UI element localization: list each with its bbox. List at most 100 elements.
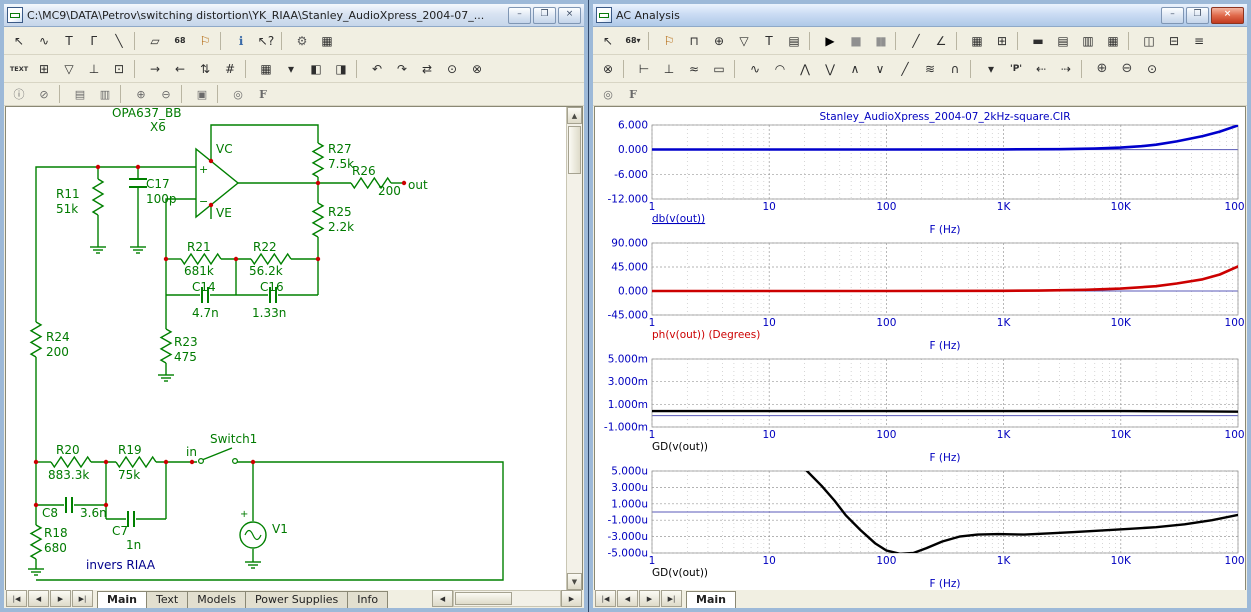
scroll-up-button[interactable]: ▲ <box>567 107 582 124</box>
run-button[interactable]: ▶ <box>818 30 842 52</box>
plot-phase-vout[interactable]: 90.00045.0000.000-45.0001101001K10K100Kp… <box>598 237 1245 353</box>
zoom-in-button[interactable]: ⊕ <box>1090 58 1114 80</box>
minimize-button[interactable]: – <box>1161 7 1184 24</box>
animate-button[interactable]: ◎ <box>596 85 620 103</box>
label-r11[interactable]: R11 <box>56 187 80 201</box>
vertical-scrollbar[interactable]: ▲ ▼ <box>566 107 582 590</box>
tag-measurement-tool[interactable]: ≈ <box>682 58 706 80</box>
prev-page-button[interactable]: ◀ <box>617 590 638 607</box>
label-r24[interactable]: R24 <box>46 330 70 344</box>
step-in-tool[interactable]: → <box>143 58 167 80</box>
label-r11v[interactable]: 51k <box>56 202 78 216</box>
vertical-scroll-track[interactable] <box>567 124 582 573</box>
tab-main[interactable]: Main <box>97 591 147 608</box>
label-c8v[interactable]: 3.6n <box>80 506 107 520</box>
next-page-button[interactable]: ▶ <box>50 590 71 607</box>
graph-flag-tool[interactable]: ⚐ <box>657 30 681 52</box>
label-r22v[interactable]: 56.2k <box>249 264 283 278</box>
label-r23[interactable]: R23 <box>174 335 198 349</box>
text-badge-icon[interactable]: TEXT <box>7 58 31 80</box>
ac-analysis-window-icon[interactable] <box>596 7 612 23</box>
region-select-tool[interactable]: ⊞ <box>32 58 56 80</box>
high-tool[interactable]: ∧ <box>843 58 867 80</box>
label-r18[interactable]: R18 <box>44 526 68 540</box>
select-tool[interactable]: ↖ <box>7 30 31 52</box>
area-box-tool[interactable]: ⊡ <box>107 58 131 80</box>
close-button[interactable]: × <box>1211 7 1244 24</box>
stop-button[interactable]: ■ <box>843 30 867 52</box>
label-c17[interactable]: C17 <box>146 177 170 191</box>
label-r27v[interactable]: 7.5k <box>328 157 354 171</box>
info-button[interactable]: ⓘ <box>7 85 31 103</box>
select-tool[interactable]: ↖ <box>596 30 620 52</box>
label-c8[interactable]: C8 <box>42 506 58 520</box>
label-switch1[interactable]: Switch1 <box>210 432 257 446</box>
find-component-tool[interactable]: 68 <box>168 30 192 52</box>
exchange-tool[interactable]: ⇅ <box>193 58 217 80</box>
text-tool[interactable]: T <box>757 30 781 52</box>
restore-button[interactable]: ❐ <box>1186 7 1209 24</box>
grid-button[interactable]: ⊞ <box>990 30 1014 52</box>
options-dropdown[interactable]: ▾ <box>979 58 1003 80</box>
last-page-button[interactable]: ▶| <box>72 590 93 607</box>
low-tool[interactable]: ∨ <box>868 58 892 80</box>
delete-tool[interactable]: ⊗ <box>465 58 489 80</box>
horizontal-scrollbar[interactable]: ◀ ▶ <box>432 590 582 608</box>
label-out[interactable]: out <box>408 178 428 192</box>
label-c17v[interactable]: 100p <box>146 192 177 206</box>
restore-button[interactable]: ❐ <box>533 7 556 24</box>
list-button[interactable]: ≡ <box>1187 30 1211 52</box>
smoothing-tool[interactable]: ≋ <box>918 58 942 80</box>
next-page-button[interactable]: ▶ <box>639 590 660 607</box>
step-out-tool[interactable]: ← <box>168 58 192 80</box>
label-r25[interactable]: R25 <box>328 205 352 219</box>
label-r23v[interactable]: 475 <box>174 350 197 364</box>
cancel-button[interactable]: ⊘ <box>32 85 56 103</box>
flag-tool[interactable]: ⚐ <box>193 30 217 52</box>
delete-objects-tool[interactable]: ⊗ <box>596 58 620 80</box>
p-key-button[interactable]: 'P' <box>1004 58 1028 80</box>
label-r22[interactable]: R22 <box>253 240 277 254</box>
format-button-2[interactable]: ▤ <box>1051 30 1075 52</box>
first-page-button[interactable]: |◀ <box>6 590 27 607</box>
text-mode-tool[interactable]: T <box>57 30 81 52</box>
format-button-3[interactable]: ▥ <box>1076 30 1100 52</box>
label-r26[interactable]: R26 <box>352 164 376 178</box>
flip-tool[interactable]: ⇄ <box>415 58 439 80</box>
label-c7[interactable]: C7 <box>112 524 128 538</box>
find-tool[interactable]: ⊙ <box>440 58 464 80</box>
valley-tool[interactable]: ⋁ <box>818 58 842 80</box>
horizontal-scroll-thumb[interactable] <box>455 592 512 605</box>
zoom-out-button[interactable]: ⊖ <box>1115 58 1139 80</box>
format-button-1[interactable]: ▬ <box>1026 30 1050 52</box>
label-r21v[interactable]: 681k <box>184 264 214 278</box>
tile-button[interactable]: ◫ <box>1137 30 1161 52</box>
intersection-tool[interactable]: ∩ <box>943 58 967 80</box>
first-page-button[interactable]: |◀ <box>595 590 616 607</box>
waveform-tool[interactable]: ∿ <box>743 58 767 80</box>
prev-page-button[interactable]: ◀ <box>28 590 49 607</box>
pin-tool[interactable]: ⊥ <box>82 58 106 80</box>
box-button[interactable]: ▣ <box>190 85 214 103</box>
graphics-tool[interactable]: ▱ <box>143 30 167 52</box>
plot-db-vout[interactable]: 6.0000.000-6.000-12.0001101001K10K100Kdb… <box>598 109 1245 237</box>
data-points-button[interactable]: ▦ <box>965 30 989 52</box>
schematic-canvas[interactable]: +−+OPA637_BBX6VCVER277.5kR26200outR252.2… <box>6 107 566 590</box>
slope-tool[interactable]: ╱ <box>893 58 917 80</box>
label-r18v[interactable]: 680 <box>44 541 67 555</box>
schematic-titlebar[interactable]: C:\MC9\DATA\Petrov\switching distortion\… <box>4 4 584 27</box>
plot-group-delay-m[interactable]: 5.000m3.000m1.000m-1.000m1101001K10K100K… <box>598 353 1245 465</box>
zoom-out-button[interactable]: ⊖ <box>154 85 178 103</box>
overlay-button[interactable]: ⊟ <box>1162 30 1186 52</box>
animate-button[interactable]: ◎ <box>226 85 250 103</box>
label-in_label[interactable]: in <box>186 445 197 459</box>
label-r19v[interactable]: 75k <box>118 468 140 482</box>
tab-text[interactable]: Text <box>146 591 188 608</box>
label-r21[interactable]: R21 <box>187 240 211 254</box>
label-c7v[interactable]: 1n <box>126 538 141 552</box>
label-v1[interactable]: V1 <box>272 522 288 536</box>
peak-tool[interactable]: ⋀ <box>793 58 817 80</box>
copy-picture-button[interactable]: ▤ <box>68 85 92 103</box>
undo-button[interactable]: ↶ <box>365 58 389 80</box>
minimize-button[interactable]: – <box>508 7 531 24</box>
